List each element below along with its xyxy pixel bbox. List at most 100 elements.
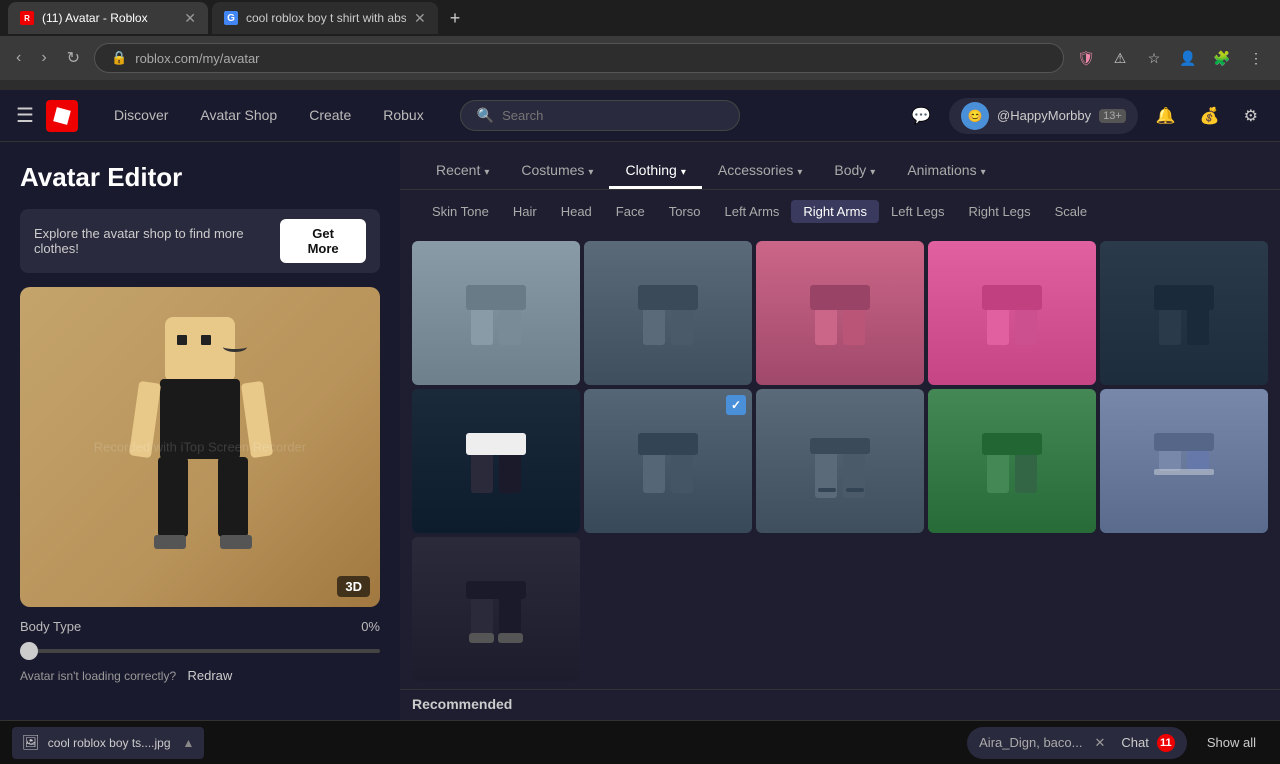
item-industry-pants[interactable]: Industry Baby Scrubs Pants -: [756, 241, 924, 385]
sub-head[interactable]: Head: [549, 200, 604, 223]
sub-face[interactable]: Face: [604, 200, 657, 223]
cat-animations[interactable]: Animations▾: [891, 154, 1001, 189]
tab2-close[interactable]: ✕: [414, 10, 426, 27]
menu-icon[interactable]: ⋮: [1242, 44, 1270, 72]
sub-skin-tone[interactable]: Skin Tone: [420, 200, 501, 223]
sub-right-arms[interactable]: Right Arms: [791, 200, 879, 223]
google-favicon: G: [224, 11, 238, 25]
address-bar[interactable]: 🔒 roblox.com/my/avatar: [94, 43, 1064, 73]
cat-body[interactable]: Body▾: [818, 154, 891, 189]
sub-left-legs[interactable]: Left Legs: [879, 200, 957, 223]
forward-button[interactable]: ›: [35, 45, 52, 71]
avatar-right-foot: [220, 535, 252, 549]
item-lin-pants[interactable]: Lin Pants: [412, 241, 580, 385]
get-more-button[interactable]: Get More: [280, 219, 366, 263]
shield-icon[interactable]: 🛡: [1072, 44, 1100, 72]
cat-accessories[interactable]: Accessories▾: [702, 154, 819, 189]
item-john-pants[interactable]: ✓ John Pants: [584, 389, 752, 533]
right-panel: Recent▾ Costumes▾ Clothing▾ Accessories▾…: [400, 142, 1280, 720]
item-classic-pants[interactable]: Classic Male v2 - Pants: [1100, 241, 1268, 385]
item-thumb-lin-pants: [412, 241, 580, 385]
item-oakly-pants[interactable]: Oakly Pants: [584, 241, 752, 385]
roblox-favicon: R: [20, 11, 34, 25]
back-button[interactable]: ‹: [10, 45, 27, 71]
avatar-preview: Recorded with iTop Screen Recorder 3D: [20, 287, 380, 607]
item-thumb-oakly-pants: [584, 241, 752, 385]
chat-icon[interactable]: 💬: [905, 100, 937, 132]
hamburger-icon[interactable]: ☰: [16, 103, 34, 128]
promote-bar: Explore the avatar shop to find more clo…: [20, 209, 380, 273]
nav-create[interactable]: Create: [293, 90, 367, 142]
tab1-close[interactable]: ✕: [184, 10, 196, 27]
sub-hair[interactable]: Hair: [501, 200, 549, 223]
item-sleepy-pants[interactable]: Sleepy Pajama Pants - Zara: [928, 241, 1096, 385]
body-type-label: Body Type: [20, 619, 81, 634]
browser-chrome: R (11) Avatar - Roblox ✕ G cool roblox b…: [0, 0, 1280, 90]
sub-scale[interactable]: Scale: [1043, 200, 1100, 223]
notifications-icon[interactable]: 🔔: [1150, 100, 1182, 132]
item-thumb-ripped-skater: [756, 389, 924, 533]
body-type-pct: 0%: [361, 619, 380, 634]
app: ☰ Discover Avatar Shop Create Robux 🔍 💬 …: [0, 90, 1280, 720]
nav-right: 💬 😊 @HappyMorbby 13+ 🔔 💰 ⚙: [905, 98, 1264, 134]
body-type-row: Body Type 0%: [20, 619, 380, 634]
item-black-jeans-white[interactable]: Black Jeans with White: [412, 389, 580, 533]
nav-discover[interactable]: Discover: [98, 90, 184, 142]
download-filename: cool roblox boy ts....jpg: [48, 736, 171, 750]
search-bar[interactable]: 🔍: [460, 100, 740, 131]
item-thumb-black-jeans-sneakers: [412, 537, 580, 681]
nav-avatar-shop[interactable]: Avatar Shop: [184, 90, 293, 142]
browser-tab-2[interactable]: G cool roblox boy t shirt with abs - Goo…: [212, 2, 438, 34]
avatar-icon: 😊: [961, 102, 989, 130]
address-text: roblox.com/my/avatar: [135, 51, 259, 66]
chat-pill[interactable]: Aira_Dign, baco... ✕ Chat 11: [967, 727, 1187, 759]
download-chevron: ▲: [183, 736, 195, 750]
item-thumb-classic-pants: [1100, 241, 1268, 385]
item-dark-green-jeans[interactable]: Dark Green Jeans: [928, 389, 1096, 533]
avatar-right-arm: [241, 381, 273, 458]
lock-icon: 🔒: [111, 50, 127, 66]
avatar-right-leg: [218, 457, 248, 537]
show-all-button[interactable]: Show all: [1195, 731, 1268, 754]
browser-tab-1[interactable]: R (11) Avatar - Roblox ✕: [8, 2, 208, 34]
promote-text: Explore the avatar shop to find more clo…: [34, 226, 280, 256]
item-black-jeans-sneakers[interactable]: Black Jeans with Sneakers: [412, 537, 580, 681]
item-thumb-sleepy-pants: [928, 241, 1096, 385]
chat-name: Aira_Dign, baco...: [979, 735, 1082, 750]
sub-right-legs[interactable]: Right Legs: [956, 200, 1042, 223]
download-item[interactable]: 🖼 cool roblox boy ts....jpg ▲: [12, 727, 204, 759]
tab2-label: cool roblox boy t shirt with abs - Goo..…: [246, 11, 406, 25]
nav-robux[interactable]: Robux: [367, 90, 439, 142]
roblox-logo: [46, 100, 78, 132]
search-input[interactable]: [502, 108, 723, 123]
item-thumb-black-jeans-white: [412, 389, 580, 533]
extensions-icon[interactable]: 🧩: [1208, 44, 1236, 72]
user-profile[interactable]: 😊 @HappyMorbby 13+: [949, 98, 1138, 134]
bottom-right: Aira_Dign, baco... ✕ Chat 11 Show all: [967, 727, 1268, 759]
item-jean-shorts[interactable]: Jean Shorts with White: [1100, 389, 1268, 533]
body-type-slider[interactable]: [20, 649, 380, 653]
settings-icon[interactable]: ⚙: [1238, 100, 1264, 132]
tab1-label: (11) Avatar - Roblox: [42, 11, 148, 25]
new-tab-button[interactable]: +: [442, 4, 469, 33]
sub-torso[interactable]: Torso: [657, 200, 713, 223]
cat-recent[interactable]: Recent▾: [420, 154, 505, 189]
close-chat-icon[interactable]: ✕: [1094, 735, 1105, 751]
item-ripped-skater[interactable]: Ripped Skater Pants: [756, 389, 924, 533]
bottom-bar: 🖼 cool roblox boy ts....jpg ▲ Aira_Dign,…: [0, 720, 1280, 764]
warning-icon[interactable]: ⚠: [1106, 44, 1134, 72]
avatar-eye-left: [177, 335, 187, 345]
reload-button[interactable]: ↻: [61, 44, 86, 72]
selected-checkmark: ✓: [726, 395, 746, 415]
redraw-link[interactable]: Redraw: [188, 668, 233, 683]
cat-costumes[interactable]: Costumes▾: [505, 154, 609, 189]
profile-icon[interactable]: 👤: [1174, 44, 1202, 72]
cat-clothing[interactable]: Clothing▾: [609, 154, 701, 189]
body-type-slider-container: [20, 640, 380, 658]
main-content: Avatar Editor Explore the avatar shop to…: [0, 142, 1280, 720]
sub-left-arms[interactable]: Left Arms: [712, 200, 791, 223]
robux-icon[interactable]: 💰: [1194, 100, 1226, 132]
avatar-left-leg: [158, 457, 188, 537]
bookmark-icon[interactable]: ☆: [1140, 44, 1168, 72]
avatar-figure: [110, 317, 290, 577]
